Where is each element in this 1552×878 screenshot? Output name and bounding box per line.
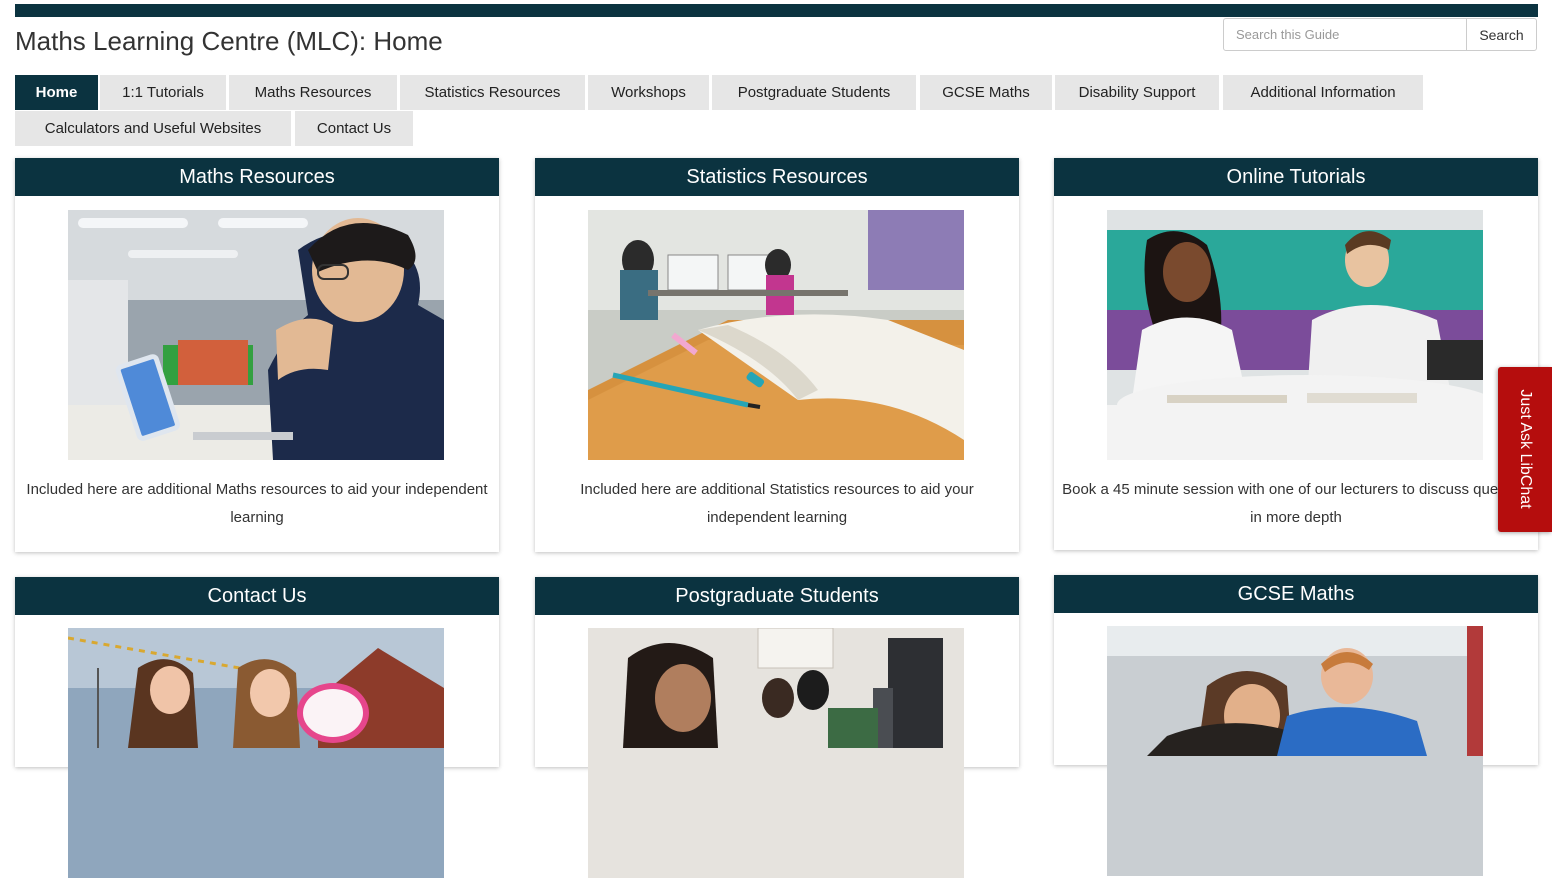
search-button[interactable]: Search <box>1466 18 1537 51</box>
card-image-student-studying[interactable] <box>68 210 444 460</box>
page-title: Maths Learning Centre (MLC): Home <box>15 26 443 56</box>
tab-statistics-resources[interactable]: Statistics Resources <box>400 75 585 110</box>
tab-postgraduate-students[interactable]: Postgraduate Students <box>712 75 916 110</box>
card-contact-us: Contact Us <box>15 577 499 878</box>
card-image-tutorial-session[interactable] <box>1107 210 1483 460</box>
card-online-tutorials: Online Tutorials Book a 45 minute sessio… <box>1054 158 1538 550</box>
card-maths-resources: Maths Resources Included here are additi… <box>15 158 499 552</box>
card-title[interactable]: Contact Us <box>15 577 499 615</box>
card-postgraduate-students: Postgraduate Students <box>535 577 1019 878</box>
tab-workshops[interactable]: Workshops <box>588 75 709 110</box>
help-photo-placeholder <box>68 628 444 878</box>
tab-gcse-maths[interactable]: GCSE Maths <box>920 75 1052 110</box>
card-image-gcse[interactable] <box>1107 626 1483 876</box>
search-input[interactable] <box>1223 18 1467 51</box>
tutorial-photo-placeholder <box>1107 210 1483 460</box>
card-title[interactable]: Maths Resources <box>15 158 499 196</box>
card-image-here-to-help[interactable] <box>68 628 444 878</box>
tab-tutorials[interactable]: 1:1 Tutorials <box>100 75 226 110</box>
tab-calculators-websites[interactable]: Calculators and Useful Websites <box>15 111 291 146</box>
card-description: Included here are additional Statistics … <box>580 481 974 526</box>
tab-additional-information[interactable]: Additional Information <box>1223 75 1423 110</box>
card-image-open-book[interactable] <box>588 210 964 460</box>
tab-contact-us[interactable]: Contact Us <box>295 111 413 146</box>
card-description: Book a 45 minute session with one of our… <box>1062 481 1530 526</box>
tab-maths-resources[interactable]: Maths Resources <box>229 75 397 110</box>
card-title[interactable]: Postgraduate Students <box>535 577 1019 615</box>
gcse-photo-placeholder <box>1107 626 1483 876</box>
card-title[interactable]: GCSE Maths <box>1054 575 1538 613</box>
card-image-postgraduate[interactable] <box>588 628 964 878</box>
card-description: Included here are additional Maths resou… <box>26 481 488 526</box>
tab-disability-support[interactable]: Disability Support <box>1055 75 1219 110</box>
libchat-label: Just Ask LibChat <box>1517 389 1534 509</box>
book-photo-placeholder <box>588 210 964 460</box>
student-photo-placeholder <box>68 210 444 460</box>
top-brand-bar <box>15 4 1538 17</box>
tab-home[interactable]: Home <box>15 75 98 110</box>
card-statistics-resources: Statistics Resources Included here are a… <box>535 158 1019 552</box>
postgraduate-photo-placeholder <box>588 628 964 878</box>
card-title[interactable]: Statistics Resources <box>535 158 1019 196</box>
libchat-side-tab[interactable]: Just Ask LibChat <box>1498 367 1552 532</box>
card-title[interactable]: Online Tutorials <box>1054 158 1538 196</box>
card-gcse-maths: GCSE Maths <box>1054 575 1538 876</box>
